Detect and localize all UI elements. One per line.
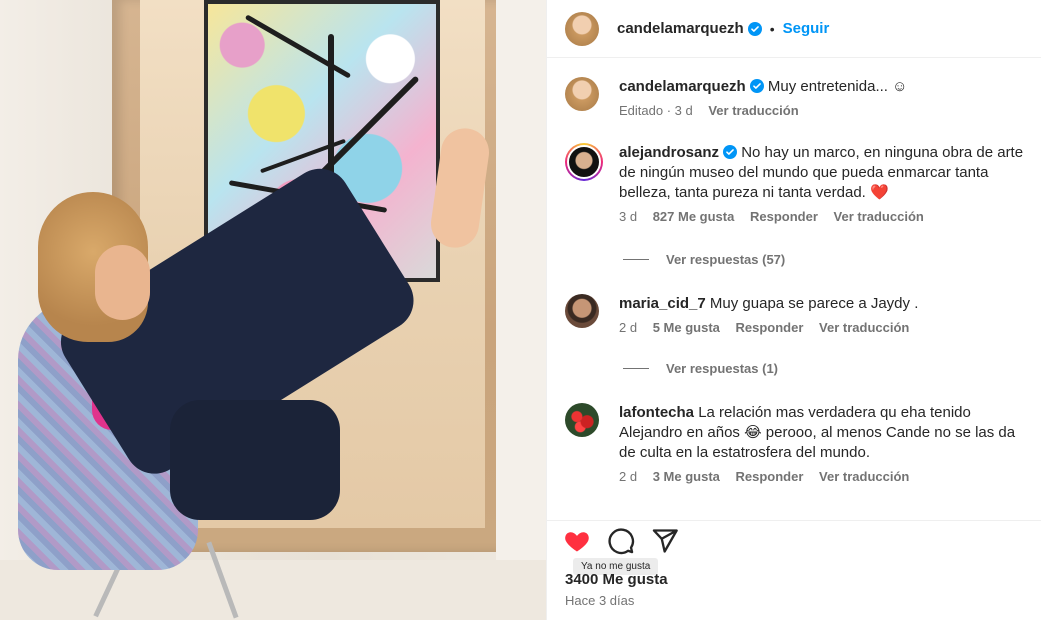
comment-item: lafontecha La relación mas verdadera qu … [565,403,1035,484]
verified-badge-icon [723,145,738,159]
commenter-avatar[interactable] [565,403,599,437]
likes-count[interactable]: 3400 Me gusta [565,571,668,588]
post-header: candelamarquezh • Seguir [547,0,1041,58]
comment-likes[interactable]: 5 Me gusta [653,320,720,335]
person-legs-lower [170,400,340,520]
commenter-avatar[interactable] [565,143,603,181]
comment-item: maria_cid_7 Muy guapa se parece a Jaydy … [565,294,1035,335]
comment-username[interactable]: maria_cid_7 [619,295,706,312]
comment-time: 3 d [619,209,638,224]
comment-icon[interactable] [607,527,635,555]
comment-likes[interactable]: 827 Me gusta [653,209,735,224]
verified-badge-icon [747,21,762,36]
verified-badge-icon [749,79,764,93]
view-replies-button[interactable]: Ver respuestas (1) [623,361,778,376]
translate-link[interactable]: Ver traducción [834,209,924,224]
translate-link[interactable]: Ver traducción [819,469,909,484]
author-avatar[interactable] [565,77,599,111]
comment-time: 2 d [619,320,638,335]
separator-dot: • [769,20,775,37]
comment-username[interactable]: alejandrosanz [619,144,719,161]
reply-button[interactable]: Responder [750,209,818,224]
comment-item: alejandrosanz No hay un marco, en ningun… [565,143,1035,224]
caption: candelamarquezh Muy entretenida... ☺ Edi… [565,77,1035,118]
comment-username[interactable]: lafontecha [619,404,694,421]
view-replies-label: Ver respuestas (1) [666,361,779,376]
post-side-panel: candelamarquezh • Seguir candelamarquezh… [546,0,1041,620]
view-replies-button[interactable]: Ver respuestas (57) [623,252,785,267]
author-avatar[interactable] [565,11,599,46]
translate-link[interactable]: Ver traducción [819,320,909,335]
caption-username[interactable]: candelamarquezh [619,78,746,95]
post-photo[interactable] [0,0,546,620]
follow-button[interactable]: Seguir [783,20,830,37]
wall [496,0,546,620]
heart-filled-icon[interactable] [563,527,591,555]
reply-button[interactable]: Responder [736,469,804,484]
post-timestamp: Hace 3 días [565,593,635,608]
reply-button[interactable]: Responder [736,320,804,335]
translate-link[interactable]: Ver traducción [708,103,798,118]
view-replies-label: Ver respuestas (57) [666,252,786,267]
caption-text: Muy entretenida... ☺ [767,78,908,95]
comments-list[interactable]: candelamarquezh Muy entretenida... ☺ Edi… [547,59,1041,519]
comment-likes[interactable]: 3 Me gusta [653,469,720,484]
comment-time: 2 d [619,469,638,484]
caption-edited: Editado · 3 d [619,103,693,118]
share-icon[interactable] [651,527,679,555]
person-face [95,245,150,320]
comment-text: Muy guapa se parece a Jaydy . [709,295,919,312]
post-actions: Ya no me gusta 3400 Me gusta Hace 3 días [547,520,1041,620]
author-username[interactable]: candelamarquezh [617,20,744,37]
commenter-avatar[interactable] [565,294,599,328]
